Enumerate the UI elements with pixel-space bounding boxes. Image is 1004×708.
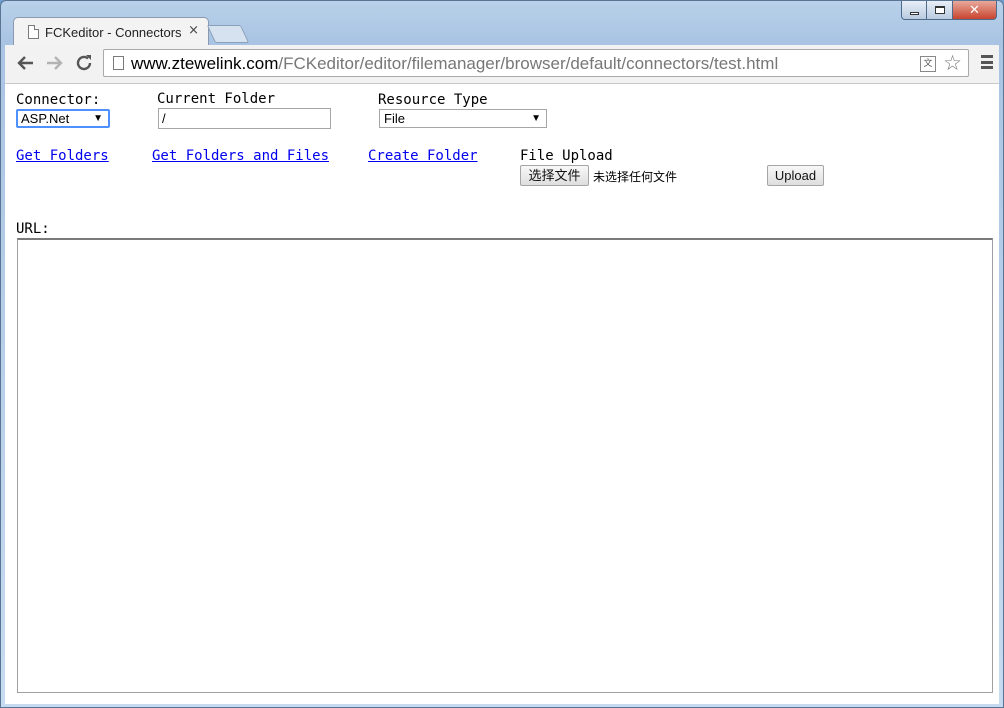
connector-select[interactable]: ASP.Net ▼ <box>16 109 110 128</box>
minimize-button[interactable] <box>901 1 927 20</box>
resource-type-select[interactable]: File ▼ <box>379 109 547 128</box>
upload-button[interactable]: Upload <box>767 165 824 186</box>
browser-tab[interactable]: FCKeditor - Connectors × <box>13 17 209 45</box>
address-bar[interactable]: www.ztewelink.com/FCKeditor/editor/filem… <box>103 49 969 77</box>
dropdown-arrow-icon: ▼ <box>531 113 541 124</box>
no-file-chosen-text: 未选择任何文件 <box>593 170 678 184</box>
close-icon: ✕ <box>969 2 980 18</box>
connector-value: ASP.Net <box>21 111 70 126</box>
resource-type-label: Resource Type <box>378 92 488 108</box>
page-icon <box>28 25 39 39</box>
tab-strip: FCKeditor - Connectors × ✕ <box>1 1 1003 45</box>
translate-icon[interactable]: 文 <box>920 56 936 72</box>
menu-icon[interactable] <box>981 55 993 69</box>
url-host: www.ztewelink.com <box>131 54 279 73</box>
forward-arrow-icon[interactable] <box>43 53 65 75</box>
dropdown-arrow-icon: ▼ <box>93 113 103 124</box>
resource-type-value: File <box>384 111 405 126</box>
reload-icon[interactable] <box>73 53 95 75</box>
minimize-icon <box>909 11 919 15</box>
maximize-button[interactable] <box>927 1 953 20</box>
window-controls: ✕ <box>901 1 997 21</box>
browser-window: FCKeditor - Connectors × ✕ www.ztewelink… <box>0 0 1004 708</box>
back-arrow-icon[interactable] <box>15 53 37 75</box>
page-icon <box>113 56 124 70</box>
browser-toolbar: www.ztewelink.com/FCKeditor/editor/filem… <box>5 45 999 84</box>
get-folders-and-files-link[interactable]: Get Folders and Files <box>152 148 329 164</box>
close-window-button[interactable]: ✕ <box>953 1 997 20</box>
maximize-icon <box>934 6 945 14</box>
tab-close-icon[interactable]: × <box>188 23 199 38</box>
url-label: URL: <box>16 221 50 237</box>
url-path: /FCKeditor/editor/filemanager/browser/de… <box>278 54 779 73</box>
current-folder-input[interactable]: / <box>158 108 331 129</box>
new-tab-button[interactable] <box>206 25 250 43</box>
connector-label: Connector: <box>16 92 101 108</box>
tab-title: FCKeditor - Connectors <box>45 25 182 40</box>
url-text: www.ztewelink.com/FCKeditor/editor/filem… <box>131 54 778 74</box>
current-folder-label: Current Folder <box>157 91 276 107</box>
choose-file-button[interactable]: 选择文件 <box>520 165 589 186</box>
get-folders-link[interactable]: Get Folders <box>16 148 109 164</box>
create-folder-link[interactable]: Create Folder <box>368 148 478 164</box>
file-upload-label: File Upload <box>520 148 613 164</box>
url-output-frame[interactable] <box>17 238 993 693</box>
star-icon[interactable]: ☆ <box>943 51 962 75</box>
page-content: Connector: ASP.Net ▼ Current Folder / Re… <box>5 84 999 704</box>
